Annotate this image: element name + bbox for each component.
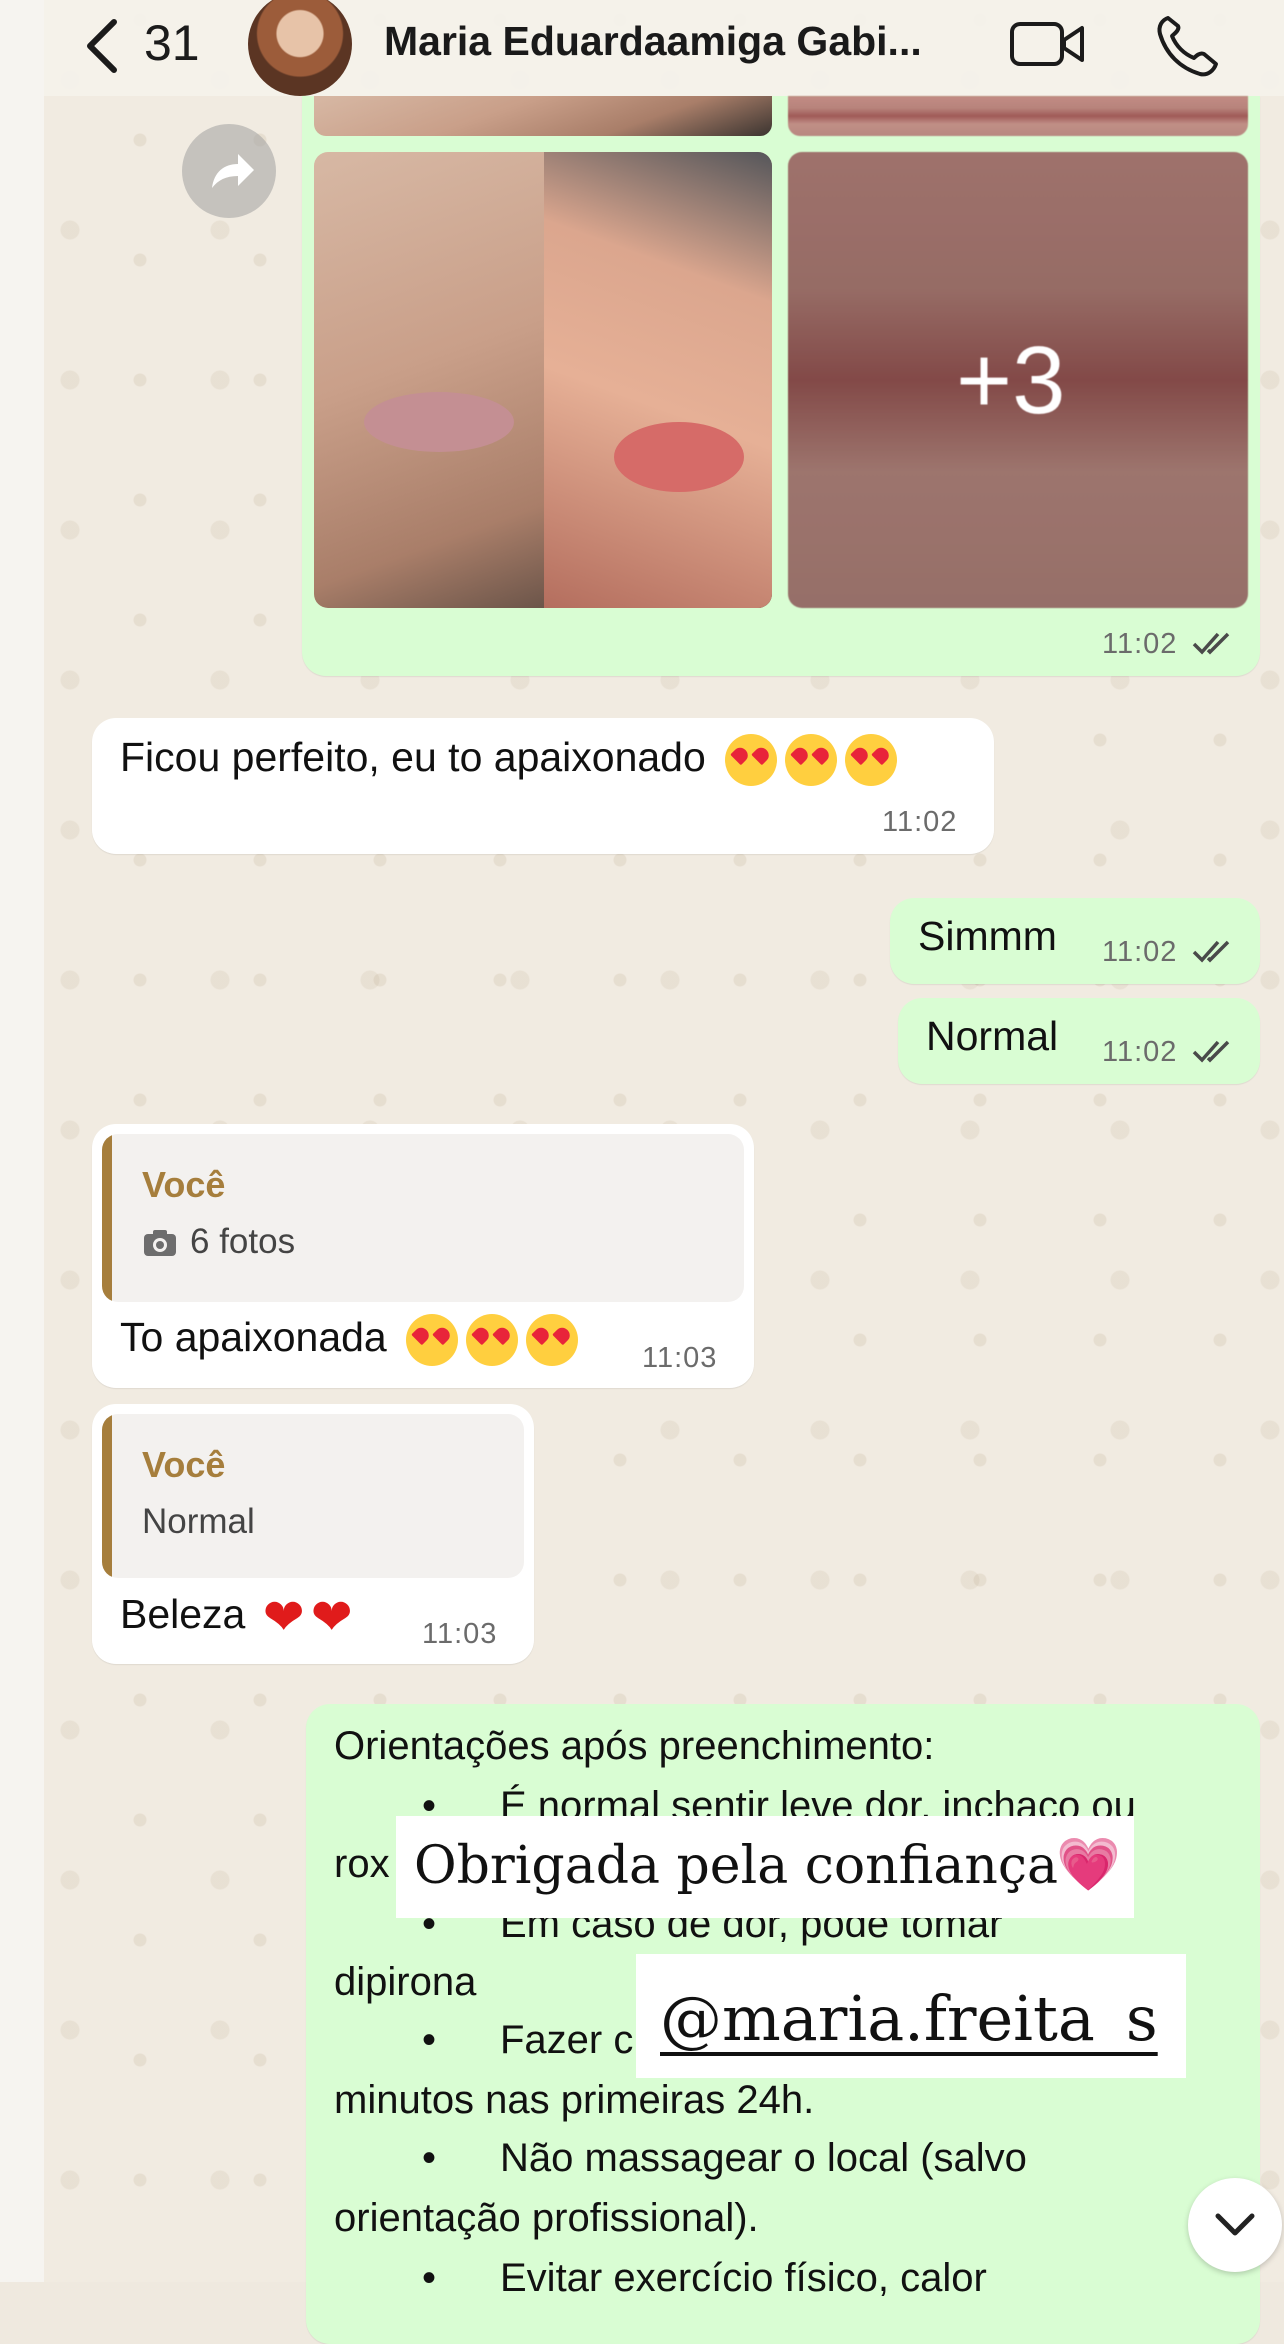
photo-thumbnail[interactable]	[314, 152, 772, 608]
message-time: 11:02	[882, 806, 958, 838]
instruction-line: Não massagear o local (salvo	[500, 2136, 1027, 2180]
forward-button[interactable]	[182, 124, 276, 218]
message-time: 11:03	[422, 1618, 498, 1650]
pink-heart-emoji: 💗	[1056, 1835, 1121, 1895]
message-time: 11:03	[642, 1342, 718, 1374]
video-camera-icon[interactable]	[1008, 14, 1088, 74]
message-text: Simmm	[918, 913, 1057, 959]
double-check-icon	[1192, 1040, 1230, 1063]
instruction-line: orientação profissional).	[334, 2196, 759, 2240]
heart-eyes-emoji	[398, 1314, 579, 1367]
camera-icon	[144, 1230, 176, 1256]
chevron-left-icon[interactable]	[78, 16, 128, 76]
message-bubble-outgoing[interactable]: Normal 11:02	[898, 998, 1260, 1084]
quote-text: 6 fotos	[190, 1222, 296, 1261]
left-edge	[0, 0, 44, 2282]
instruction-line: minutos nas primeiras 24h.	[334, 2078, 815, 2122]
handle-sticker: @maria.freita_s	[636, 1954, 1186, 2078]
message-time: 11:02	[1102, 936, 1178, 968]
quote-text: Normal	[142, 1502, 255, 1541]
bullet: •	[422, 2018, 437, 2062]
scroll-down-button[interactable]	[1188, 2178, 1282, 2272]
instagram-handle: @maria.freita_s	[660, 1982, 1158, 2055]
quote-accent-bar	[102, 1414, 112, 1578]
message-text: To apaixonada	[120, 1314, 579, 1367]
photo-thumbnail[interactable]	[788, 96, 1248, 136]
message-bubble-incoming[interactable]: Ficou perfeito, eu to apaixonado 11:02	[92, 718, 994, 854]
photo-message[interactable]: +3 11:02	[302, 96, 1260, 676]
message-bubble-outgoing[interactable]: Simmm 11:02	[890, 898, 1260, 984]
phone-icon[interactable]	[1154, 12, 1220, 78]
bullet: •	[422, 2256, 437, 2300]
contact-name[interactable]: Maria Eduardaamiga Gabi...	[384, 18, 922, 65]
quote-author: Você	[142, 1444, 226, 1485]
instruction-line: rox	[334, 1842, 390, 1886]
red-heart-emoji: ❤ ❤	[262, 1589, 353, 1645]
photo-thumbnail-more[interactable]: +3	[788, 152, 1248, 608]
chevron-down-icon	[1215, 2213, 1255, 2236]
forward-icon	[212, 154, 254, 188]
instruction-line: dipirona	[334, 1960, 477, 2004]
message-title: Orientações após preenchimento:	[334, 1724, 935, 1768]
message-text: Normal	[926, 1013, 1059, 1059]
quoted-message[interactable]: Você Normal	[102, 1414, 524, 1578]
quote-accent-bar	[102, 1134, 112, 1302]
photo-thumbnail[interactable]	[314, 96, 772, 136]
instruction-line: Evitar exercício físico, calor	[500, 2256, 987, 2300]
quote-author: Você	[142, 1164, 226, 1205]
more-photos-count: +3	[956, 327, 1066, 434]
message-time: 11:02	[1102, 1036, 1178, 1068]
message-bubble-incoming[interactable]: Você 6 fotos To apaixonada 11:03	[92, 1124, 754, 1388]
message-bubble-incoming[interactable]: Você Normal Beleza ❤ ❤ 11:03	[92, 1404, 534, 1664]
chat-header: 31 Maria Eduardaamiga Gabi...	[44, 0, 1284, 96]
thanks-sticker: Obrigada pela confiança 💗	[396, 1816, 1134, 1918]
unread-count[interactable]: 31	[144, 14, 200, 72]
avatar[interactable]	[248, 0, 352, 96]
instruction-line: Fazer c	[500, 2018, 634, 2062]
message-text: Ficou perfeito, eu to apaixonado	[120, 734, 898, 787]
double-check-icon	[1192, 940, 1230, 963]
message-time: 11:02	[1102, 628, 1178, 660]
thanks-text: Obrigada pela confiança	[414, 1836, 1058, 1896]
double-check-icon	[1192, 632, 1230, 655]
message-text: Beleza ❤ ❤	[120, 1589, 353, 1645]
quoted-message[interactable]: Você 6 fotos	[102, 1134, 744, 1302]
bullet: •	[422, 2136, 437, 2180]
heart-eyes-emoji	[717, 734, 898, 787]
